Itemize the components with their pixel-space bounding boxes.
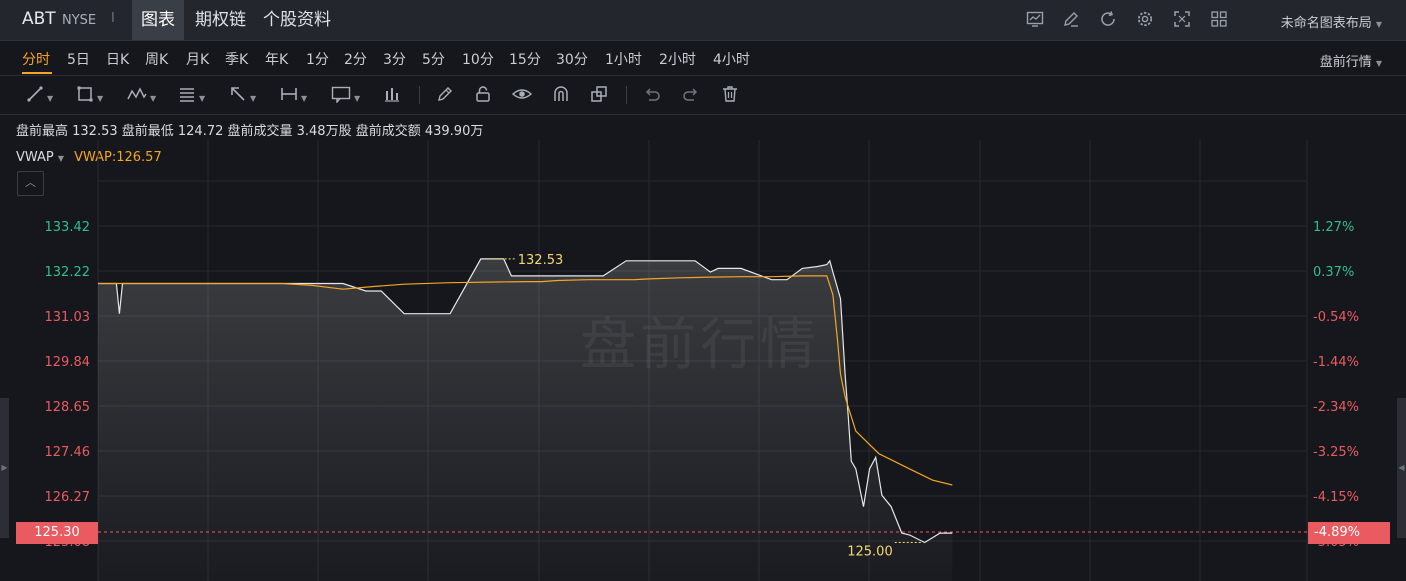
y-axis-tick-left: 127.46 xyxy=(45,445,91,460)
current-change-tag: -4.89% xyxy=(1308,522,1390,544)
high-marker-label: 132.53 xyxy=(518,253,564,268)
y-axis-tick-right: -0.54% xyxy=(1313,310,1359,325)
chevron-left-icon: ◀ xyxy=(1398,463,1405,472)
low-marker-label: 125.00 xyxy=(847,545,893,560)
price-chart[interactable]: 133.42 132.22 131.03 129.84 128.65 127.46 126.… xyxy=(0,0,1406,581)
y-axis-tick-right: -1.44% xyxy=(1313,355,1359,370)
y-axis-tick-right: -2.34% xyxy=(1313,400,1359,415)
y-axis-tick-right: 0.37% xyxy=(1313,265,1354,280)
y-axis-tick-right: -4.15% xyxy=(1313,490,1359,505)
y-axis-tick-left: 126.27 xyxy=(45,490,91,505)
y-axis-tick-left: 133.42 xyxy=(45,220,91,235)
left-panel-toggle[interactable]: ▶ xyxy=(0,398,9,538)
y-axis-tick-left: 131.03 xyxy=(45,310,91,325)
y-axis-tick-left: 129.84 xyxy=(45,355,91,370)
y-axis-tick-right: -3.25% xyxy=(1313,445,1359,460)
y-axis-tick-right: 1.27% xyxy=(1313,220,1354,235)
y-axis-tick-left: 128.65 xyxy=(45,400,91,415)
current-price-tag: 125.30 xyxy=(16,522,98,544)
y-axis-tick-left: 132.22 xyxy=(45,265,91,280)
chevron-right-icon: ▶ xyxy=(1,463,8,472)
watermark: 盘前行情 xyxy=(580,313,820,378)
price-area xyxy=(98,258,953,581)
right-panel-toggle[interactable]: ◀ xyxy=(1397,398,1406,538)
